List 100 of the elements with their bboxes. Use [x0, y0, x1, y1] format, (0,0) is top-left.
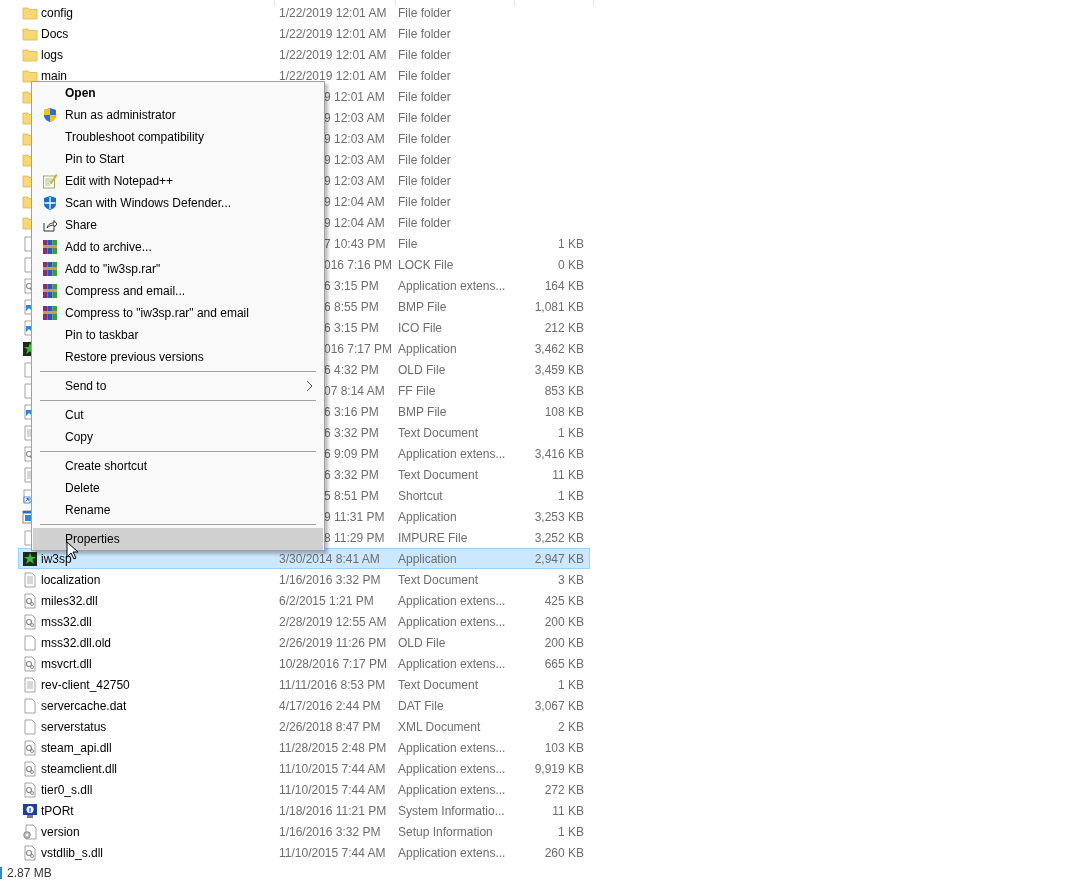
date-modified: 11/10/2015 7:44 AM — [279, 781, 386, 799]
file-type: File folder — [398, 4, 451, 22]
date-modified: 11/10/2015 7:44 AM — [279, 844, 386, 862]
file-type: LOCK File — [398, 256, 454, 274]
file-size: 1,081 KB — [534, 298, 584, 316]
date-modified: 6/2/2015 1:21 PM — [279, 592, 374, 610]
date-modified: 9 12:03 AM — [324, 151, 385, 169]
file-name: iw3sp — [41, 550, 72, 568]
file-name: rev-client_42750 — [41, 676, 130, 694]
file-size: 665 KB — [544, 655, 584, 673]
file-name: steamclient.dll — [41, 760, 118, 778]
file-type: File folder — [398, 25, 451, 43]
file-type: File folder — [398, 109, 451, 127]
file-type: ICO File — [398, 319, 442, 337]
date-modified: 6 3:32 PM — [324, 424, 379, 442]
file-type: Application — [398, 550, 457, 568]
file-size: 3 KB — [558, 571, 584, 589]
file-type: Application extens... — [398, 277, 506, 295]
date-modified: 9 12:03 AM — [324, 130, 385, 148]
file-type: File folder — [398, 130, 451, 148]
file-type: File folder — [398, 193, 451, 211]
file-name: steam_api.dll — [41, 739, 112, 757]
file-size: 1 KB — [558, 424, 584, 442]
date-modified: 1/22/2019 12:01 AM — [279, 25, 387, 43]
file-size: 2,947 KB — [534, 550, 584, 568]
file-name: main — [41, 67, 67, 85]
file-size: 425 KB — [544, 592, 584, 610]
file-type: File folder — [398, 151, 451, 169]
file-type: IMPURE File — [398, 529, 468, 547]
file-size: 200 KB — [544, 634, 584, 652]
date-modified: 9 11:31 PM — [324, 508, 385, 526]
date-modified: 6 8:55 PM — [324, 298, 379, 316]
file-type: DAT File — [398, 697, 444, 715]
file-size: 9,919 KB — [534, 760, 584, 778]
file-name: localization — [41, 571, 101, 589]
file-size: 1 KB — [558, 235, 584, 253]
file-name: mss32.dll.old — [41, 634, 112, 652]
date-modified: 07 8:14 AM — [324, 382, 385, 400]
date-modified: 6 4:32 PM — [324, 361, 379, 379]
file-size: 3,067 KB — [534, 697, 584, 715]
status-size: 2.87 MB — [7, 864, 52, 882]
file-size: 0 KB — [558, 256, 584, 274]
file-type: Application extens... — [398, 739, 506, 757]
file-type: File folder — [398, 46, 451, 64]
file-size: 3,416 KB — [534, 445, 584, 463]
file-type: XML Document — [398, 718, 481, 736]
file-size: 164 KB — [544, 277, 584, 295]
file-size: 11 KB — [552, 466, 584, 484]
file-type: Text Document — [398, 676, 479, 694]
file-type: File folder — [398, 214, 451, 232]
date-modified: 016 7:17 PM — [324, 340, 393, 358]
date-modified: 8 11:29 PM — [324, 529, 385, 547]
date-modified: 10/28/2016 7:17 PM — [279, 655, 388, 673]
file-type: FF File — [398, 382, 436, 400]
date-modified: 1/22/2019 12:01 AM — [279, 67, 387, 85]
date-modified: 1/22/2019 12:01 AM — [279, 4, 387, 22]
file-name: config — [41, 4, 74, 22]
file-type: Application extens... — [398, 613, 506, 631]
file-name: logs — [41, 46, 63, 64]
file-type: File folder — [398, 88, 451, 106]
file-type: Application extens... — [398, 592, 506, 610]
file-type: OLD File — [398, 634, 446, 652]
date-modified: 11/28/2015 2:48 PM — [279, 739, 387, 757]
file-type: File — [398, 235, 418, 253]
date-modified: 016 7:16 PM — [324, 256, 393, 274]
date-modified: 1/18/2016 11:21 PM — [279, 802, 387, 820]
file-type: Text Document — [398, 571, 479, 589]
file-name: tier0_s.dll — [41, 781, 93, 799]
date-modified: 7 10:43 PM — [324, 235, 386, 253]
file-size: 3,253 KB — [534, 508, 584, 526]
file-name: Docs — [41, 25, 69, 43]
file-name: serverstatus — [41, 718, 107, 736]
file-type: Application extens... — [398, 445, 506, 463]
file-type: Text Document — [398, 424, 479, 442]
date-modified: 9 12:03 AM — [324, 172, 385, 190]
date-modified: 4/17/2016 2:44 PM — [279, 697, 381, 715]
date-modified: 2/26/2019 11:26 PM — [279, 634, 387, 652]
file-type: Setup Information — [398, 823, 493, 841]
file-type: Application extens... — [398, 655, 506, 673]
file-type: Shortcut — [398, 487, 443, 505]
file-size: 1 KB — [558, 823, 584, 841]
file-size: 272 KB — [544, 781, 584, 799]
file-size: 200 KB — [544, 613, 584, 631]
date-modified: 9 12:04 AM — [324, 193, 385, 211]
file-size: 3,462 KB — [534, 340, 584, 358]
file-name: msvcrt.dll — [41, 655, 92, 673]
date-modified: 1/22/2019 12:01 AM — [279, 46, 387, 64]
file-size: 260 KB — [544, 844, 584, 862]
file-name: tPORt — [41, 802, 74, 820]
file-size: 3,459 KB — [534, 361, 584, 379]
date-modified: 6 3:32 PM — [324, 466, 379, 484]
date-modified: 6 3:16 PM — [324, 403, 379, 421]
file-size: 853 KB — [544, 382, 584, 400]
file-type: File folder — [398, 67, 451, 85]
file-size: 2 KB — [558, 718, 584, 736]
date-modified: 1/16/2016 3:32 PM — [279, 571, 381, 589]
file-type: BMP File — [398, 298, 447, 316]
date-modified: 6 3:15 PM — [324, 277, 379, 295]
file-name: version — [41, 823, 80, 841]
file-type: Application extens... — [398, 844, 506, 862]
